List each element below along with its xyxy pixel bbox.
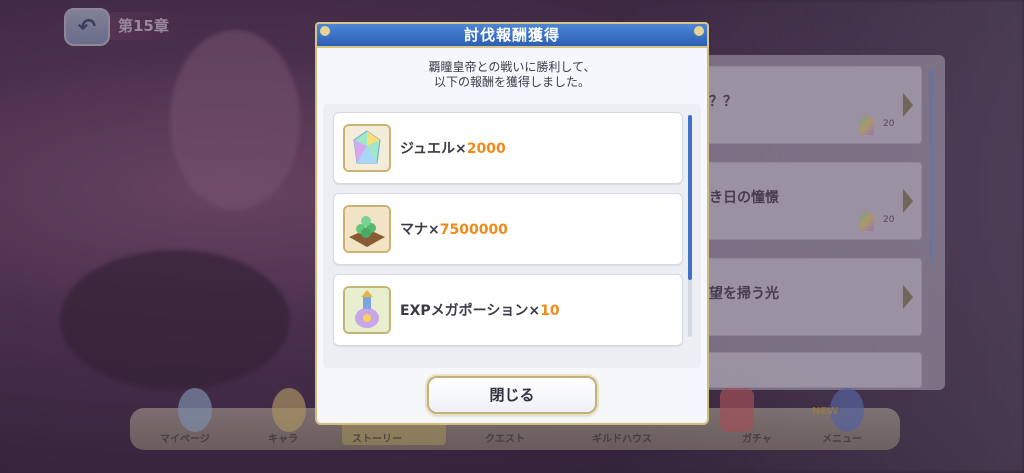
corner-ornament-icon (694, 26, 704, 36)
reward-label: ジュエル×2000 (400, 138, 506, 158)
message-line-2: 以下の報酬を獲得しました。 (433, 75, 590, 89)
reward-name: マナ× (400, 222, 440, 238)
corner-ornament-icon (320, 26, 330, 36)
dialog-message: 覇瞳皇帝との戦いに勝利して、 以下の報酬を獲得しました。 (315, 60, 709, 90)
reward-quantity: 2000 (466, 141, 506, 157)
exp-potion-icon (343, 286, 391, 334)
dialog-header: 討伐報酬獲得 (315, 22, 709, 48)
reward-quantity: 10 (540, 303, 560, 319)
reward-item-exp-potion: EXPメガポーション×10 (333, 274, 683, 346)
dialog-title: 討伐報酬獲得 (463, 26, 560, 44)
reward-name: ジュエル× (400, 141, 467, 157)
message-line-1: 覇瞳皇帝との戦いに勝利して、 (428, 60, 596, 74)
reward-name: EXPメガポーション× (400, 303, 541, 319)
close-button[interactable]: 閉じる (427, 376, 597, 414)
reward-dialog: 討伐報酬獲得 覇瞳皇帝との戦いに勝利して、 以下の報酬を獲得しました。 ジュエル… (315, 22, 709, 425)
reward-list[interactable]: ジュエル×2000 マナ×7500000 EXPメガポーション×10 (323, 104, 701, 368)
reward-label: マナ×7500000 (400, 219, 508, 239)
mana-icon (343, 205, 391, 253)
jewel-icon (343, 124, 391, 172)
reward-item-jewel: ジュエル×2000 (333, 112, 683, 184)
reward-list-scrollbar[interactable] (688, 115, 692, 280)
reward-item-mana: マナ×7500000 (333, 193, 683, 265)
reward-label: EXPメガポーション×10 (400, 300, 560, 320)
reward-quantity: 7500000 (439, 222, 508, 238)
